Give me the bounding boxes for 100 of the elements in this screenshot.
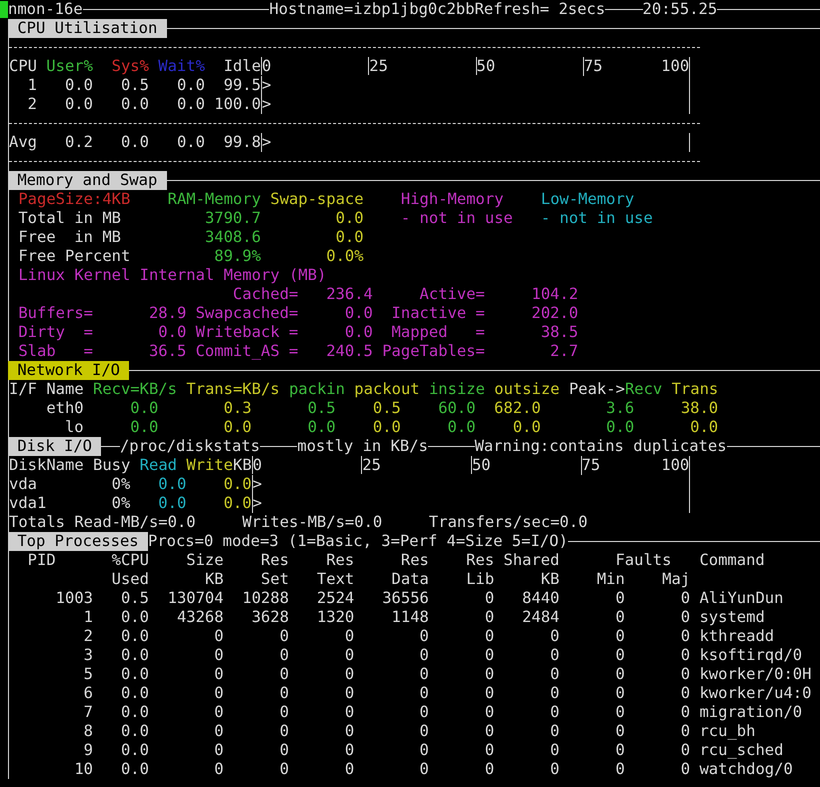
network-value: 0.3 [222,399,252,418]
kernel-value: 0.0 [157,323,186,342]
section-title: Network I/O [8,361,130,380]
scale-label: 100 [661,57,690,76]
network-value: 60.0 [437,399,476,418]
table-cell-text: 0.0 [120,760,149,779]
memory-value: 89.9% [213,247,261,266]
row-label: Free in MB [18,228,122,247]
network-value: 0.0 [372,418,401,437]
cpu-label: 2 [26,95,37,114]
column-header: CPU [9,57,37,76]
network-value: 0.0 [306,418,336,437]
table-cell-text: 0 [278,741,289,760]
table-cell-text: 0 [278,760,289,779]
scale-label: 75 [580,456,600,475]
table-cell-text: 130704 [166,589,224,608]
table-cell-text: 0 [484,722,494,741]
column-header: packin [288,380,345,399]
column-header: Shared [502,551,560,570]
disk-name: vda [9,475,38,494]
column-header: Set [260,570,289,589]
table-cell-text: 36556 [381,589,429,608]
column-header: Faults [614,551,672,570]
column-header: Min [596,570,625,589]
read-value: 0.0 [157,475,186,494]
table-cell-text: 0 [614,703,625,722]
table-cell-text: 0 [484,684,494,703]
kernel-value: 2.7 [549,342,578,361]
cpu-value: 0.5 [120,76,149,95]
scale-label: 75 [582,57,603,76]
table-cell-text: 0 [549,703,560,722]
table-cell: kworker/u4:0 [699,684,812,703]
kernel-label: Slab = [18,342,93,361]
process-summary: Procs=0 mode=3 (1=Basic, 3=Perf 4=Size 5=I/O) [148,532,568,551]
table-cell-text: 0.0 [120,722,149,741]
column-header: Trans=KB/s [186,380,280,399]
table-cell-text: 0 [549,741,560,760]
table-cell-text: 0 [418,684,429,703]
table-cell: kthreadd [699,627,774,646]
table-cell-text: 2484 [521,608,560,627]
kernel-heading: Linux Kernel Internal Memory (MB) [18,266,326,285]
table-cell-text: 0 [680,627,690,646]
column-header: Res [465,551,494,570]
table-cell-text: 0 [680,608,690,627]
table-cell-text: 0 [484,741,494,760]
kernel-value: 240.5 [325,342,373,361]
memory-value: 0.0% [325,247,364,266]
clock-time: 20:55.25 [642,0,718,19]
kernel-value: 38.5 [540,323,578,342]
network-value: 3.6 [605,399,634,418]
table-cell-text: 0 [418,665,429,684]
disk-note: mostly in KB/s [297,437,428,456]
network-value: 38.0 [680,399,718,418]
column-header: Size [185,551,224,570]
cpu-label: Avg [9,133,37,152]
kernel-value: 202.0 [530,304,578,323]
column-header: outsize [494,380,560,399]
table-cell-text: 0 [278,627,289,646]
column-header: packout [354,380,420,399]
kernel-value: 236.4 [325,285,373,304]
section-title: CPU Utilisation [8,19,167,38]
table-cell: migration/0 [699,703,802,722]
section-title: Disk I/O [8,437,102,456]
table-cell-text: 0 [614,608,625,627]
row-label: Total in MB [18,209,122,228]
busy-value: 0% [110,475,130,494]
host-info: Hostname=izbp1jbg0c2bbRefresh= 2secs [269,0,606,19]
column-header: insize [428,380,485,399]
scale-label: 25 [361,456,381,474]
scale-label: 0 [260,57,272,75]
section-title: Top Processes [8,532,148,551]
scale-label: 0 [252,456,262,474]
interface-name: lo [64,418,84,437]
cpu-value: 0.0 [176,95,205,114]
table-cell: AliYunDun [699,589,784,608]
network-value: 0.0 [512,418,541,437]
table-cell-text: 0 [680,722,690,741]
table-cell-text: 0 [344,703,354,722]
table-cell-text: 2524 [316,589,354,608]
table-cell: rcu_bh [699,722,756,741]
kernel-label: Inactive = [390,304,485,323]
table-cell-text: 0 [418,627,429,646]
network-value: 0.0 [689,418,718,437]
table-cell: ksoftirqd/0 [699,646,802,665]
column-header: Lib [465,570,494,589]
table-cell-text: 0 [278,722,289,741]
scale-label: 50 [470,456,491,474]
table-cell-text: 0 [344,665,354,684]
table-cell-text: 0 [344,722,354,741]
memory-value: - not in use [400,209,514,228]
table-cell-text: 0 [484,627,494,646]
table-cell-text: 0 [213,684,224,703]
column-header: Maj [661,570,690,589]
row-label: Free Percent [18,247,132,266]
table-cell-text: 8 [82,722,93,741]
memory-value: - not in use [540,209,654,228]
kernel-label: Buffers= [18,304,93,323]
kernel-label: PageTables= [381,342,485,361]
table-cell-text: 0 [614,627,625,646]
table-cell-text: 0 [418,722,429,741]
